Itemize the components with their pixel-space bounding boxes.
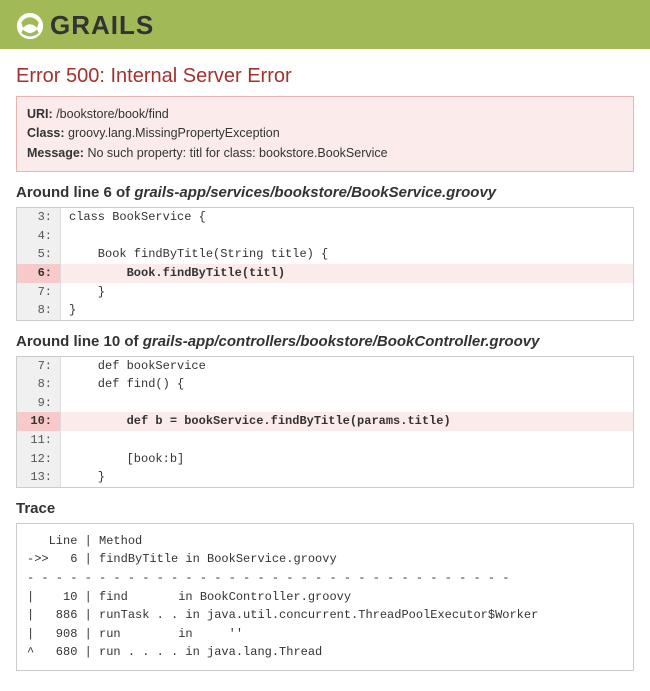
code-line: 8: def find() {	[17, 375, 633, 394]
uri-label: URI:	[27, 107, 53, 121]
line-number: 8:	[17, 375, 61, 394]
class-label: Class:	[27, 126, 65, 140]
snippet2-code: 7: def bookService8: def find() {9:10: d…	[16, 356, 634, 488]
snippet1-file: grails-app/services/bookstore/BookServic…	[134, 184, 496, 201]
snippet1-code: 3:class BookService {4:5: Book findByTit…	[16, 207, 634, 321]
grails-icon	[16, 12, 44, 40]
error-details-box: URI: /bookstore/book/find Class: groovy.…	[16, 96, 634, 172]
code-line: 4:	[17, 227, 633, 246]
line-number: 9:	[17, 394, 61, 413]
code-text: }	[61, 468, 633, 487]
code-text: }	[61, 301, 633, 320]
code-text: def b = bookService.findByTitle(params.t…	[61, 412, 633, 431]
code-text: def find() {	[61, 375, 633, 394]
code-line: 12: [book:b]	[17, 450, 633, 469]
code-line: 8:}	[17, 301, 633, 320]
line-number: 6:	[17, 264, 61, 283]
message-label: Message:	[27, 146, 84, 160]
header-bar: GRAILS	[0, 0, 650, 49]
code-line: 10: def b = bookService.findByTitle(para…	[17, 412, 633, 431]
code-text: class BookService {	[61, 208, 633, 227]
code-text	[61, 227, 633, 246]
code-line: 5: Book findByTitle(String title) {	[17, 245, 633, 264]
code-line: 7: }	[17, 283, 633, 302]
code-line: 11:	[17, 431, 633, 450]
snippet1-prefix: Around line 6 of	[16, 184, 134, 201]
code-line: 6: Book.findByTitle(titl)	[17, 264, 633, 283]
code-line: 7: def bookService	[17, 357, 633, 376]
line-number: 4:	[17, 227, 61, 246]
code-text	[61, 431, 633, 450]
code-text: Book.findByTitle(titl)	[61, 264, 633, 283]
message-value: No such property: titl for class: bookst…	[87, 146, 387, 160]
snippet2-file: grails-app/controllers/bookstore/BookCon…	[143, 333, 540, 350]
code-text: def bookService	[61, 357, 633, 376]
line-number: 8:	[17, 301, 61, 320]
line-number: 10:	[17, 412, 61, 431]
code-text	[61, 394, 633, 413]
snippet1-title: Around line 6 of grails-app/services/boo…	[16, 184, 634, 201]
line-number: 11:	[17, 431, 61, 450]
error-uri-row: URI: /bookstore/book/find	[27, 105, 623, 124]
line-number: 12:	[17, 450, 61, 469]
error-message-row: Message: No such property: titl for clas…	[27, 144, 623, 163]
content-area: Error 500: Internal Server Error URI: /b…	[0, 49, 650, 691]
code-text: Book findByTitle(String title) {	[61, 245, 633, 264]
line-number: 7:	[17, 357, 61, 376]
line-number: 5:	[17, 245, 61, 264]
code-line: 3:class BookService {	[17, 208, 633, 227]
uri-value: /bookstore/book/find	[56, 107, 169, 121]
line-number: 7:	[17, 283, 61, 302]
brand-text: GRAILS	[50, 10, 154, 41]
code-text: }	[61, 283, 633, 302]
trace-box: Line | Method ->> 6 | findByTitle in Boo…	[16, 523, 634, 671]
error-title: Error 500: Internal Server Error	[16, 65, 634, 88]
line-number: 13:	[17, 468, 61, 487]
brand-logo: GRAILS	[16, 10, 634, 41]
code-text: [book:b]	[61, 450, 633, 469]
snippet2-title: Around line 10 of grails-app/controllers…	[16, 333, 634, 350]
trace-title: Trace	[16, 500, 634, 517]
code-line: 13: }	[17, 468, 633, 487]
line-number: 3:	[17, 208, 61, 227]
code-line: 9:	[17, 394, 633, 413]
snippet2-prefix: Around line 10 of	[16, 333, 143, 350]
class-value: groovy.lang.MissingPropertyException	[68, 126, 280, 140]
error-class-row: Class: groovy.lang.MissingPropertyExcept…	[27, 124, 623, 143]
